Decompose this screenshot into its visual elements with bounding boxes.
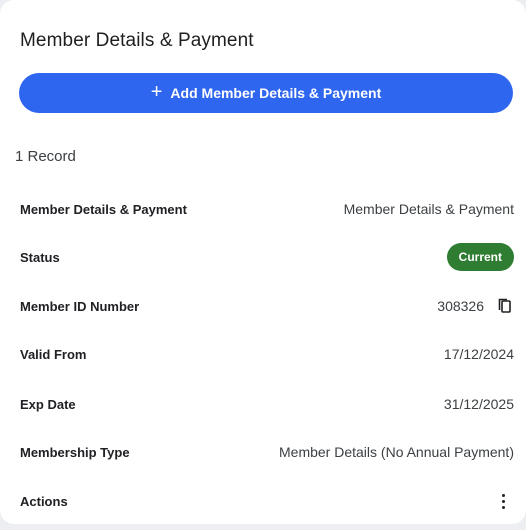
add-member-details-button[interactable]: + Add Member Details & Payment	[19, 73, 513, 113]
record-count: 1 Record	[15, 148, 76, 165]
field-row-member-id: Member ID Number 308326	[20, 294, 514, 318]
member-details-card: Member Details & Payment + Add Member De…	[0, 0, 526, 524]
field-label: Member ID Number	[20, 298, 140, 314]
field-label: Member Details & Payment	[20, 201, 187, 217]
field-label: Valid From	[20, 346, 87, 362]
field-label: Exp Date	[20, 396, 76, 412]
field-value: 31/12/2025	[443, 396, 514, 412]
field-label: Status	[20, 249, 60, 265]
field-value: Member Details & Payment	[343, 201, 514, 217]
field-value: Member Details (No Annual Payment)	[279, 444, 514, 460]
status-badge: Current	[446, 243, 514, 271]
field-row-actions: Actions	[20, 489, 514, 513]
field-label: Actions	[20, 493, 68, 509]
field-label: Membership Type	[20, 444, 130, 460]
field-value: 17/12/2024	[443, 346, 514, 362]
member-id-value: 308326	[437, 298, 484, 314]
more-vertical-icon[interactable]	[495, 490, 511, 512]
card-title: Member Details & Payment	[20, 30, 254, 51]
field-row-exp-date: Exp Date 31/12/2025	[20, 392, 514, 416]
page: Member Details & Payment + Add Member De…	[0, 0, 526, 530]
field-row-valid-from: Valid From 17/12/2024	[20, 342, 514, 366]
field-row-status: Status Current	[20, 243, 514, 271]
field-row-membership-type: Membership Type Member Details (No Annua…	[20, 440, 514, 464]
copy-icon[interactable]	[496, 297, 514, 315]
plus-icon: +	[150, 81, 163, 103]
add-button-label: Add Member Details & Payment	[170, 85, 382, 101]
field-row-member-details: Member Details & Payment Member Details …	[20, 197, 514, 221]
